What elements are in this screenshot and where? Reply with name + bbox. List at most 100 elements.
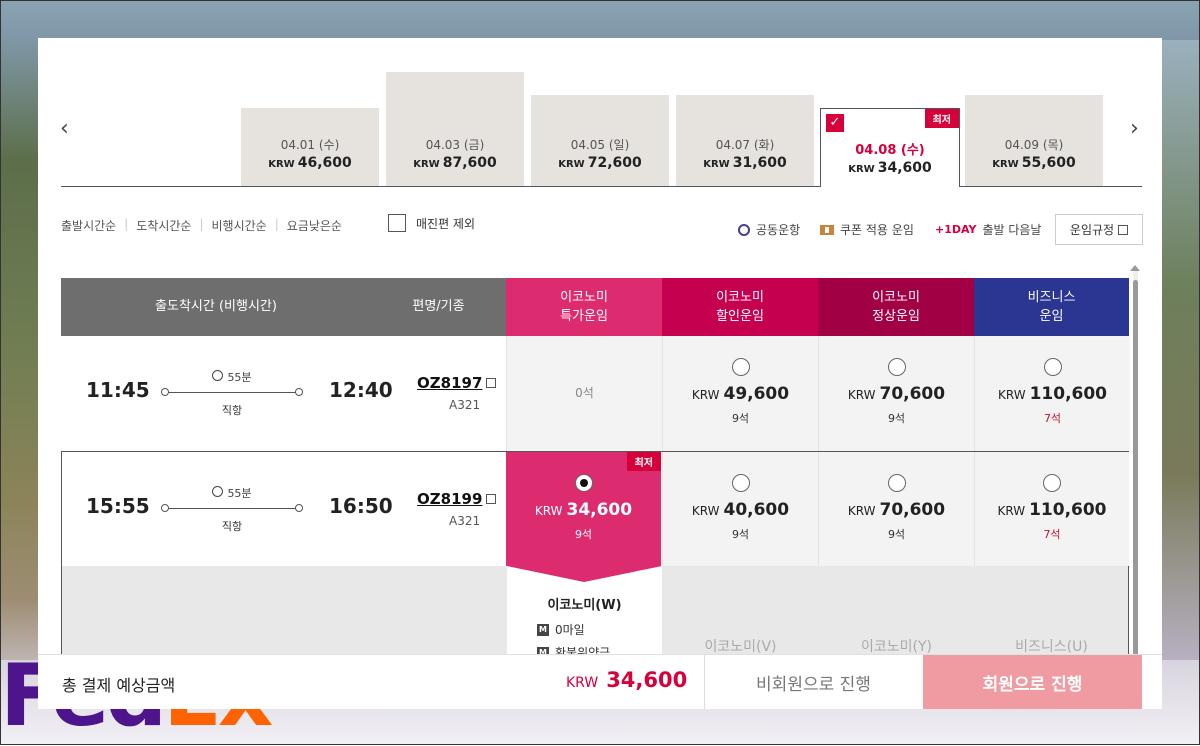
legend-codeshare: 공동운항 xyxy=(738,221,800,238)
date-divider xyxy=(61,186,1142,187)
fare-cell-eco-special-selected[interactable]: 최저 KRW 34,600 9석 xyxy=(506,452,661,567)
arrival-time: 12:40 xyxy=(329,378,393,402)
booking-footer: 총 결제 예상금액 KRW 34,600 비회원으로 진행 회원으로 진행 xyxy=(38,654,1162,709)
aircraft-type: A321 xyxy=(449,398,481,412)
fare-radio[interactable] xyxy=(1043,474,1061,492)
fare-price: KRW 70,600 xyxy=(847,384,946,404)
fare-price: KRW 40,600 xyxy=(691,500,790,520)
flight-row-oz8197: 11:45 55분 직항 12:40 OZ8197 A321 0석 KRW 49,… xyxy=(61,336,1130,452)
seats-left: 9석 xyxy=(887,412,906,425)
sort-arrival[interactable]: 도착시간순 xyxy=(136,217,191,234)
seats-left: 9석 xyxy=(731,528,750,541)
sort-duration[interactable]: 비행시간순 xyxy=(212,217,267,234)
total-label: 총 결제 예상금액 xyxy=(62,676,176,695)
sort-departure[interactable]: 출발시간순 xyxy=(61,217,116,234)
fare-class-u: 비즈니스(U) xyxy=(1015,639,1088,655)
fare-class-v: 이코노미(V) xyxy=(704,639,777,655)
external-window-icon xyxy=(486,378,497,388)
scroll-up-arrow-icon[interactable] xyxy=(1130,265,1140,271)
flight-duration: 55분 xyxy=(163,369,301,385)
fare-cell-eco-discount[interactable]: KRW 49,600 9석 xyxy=(662,336,818,451)
flight-number-link[interactable]: OZ8199 xyxy=(417,490,497,508)
date-price: KRW 31,600 xyxy=(703,155,787,171)
fare-cell-business[interactable]: KRW 110,600 7석 xyxy=(974,452,1129,567)
seats-left: 7석 xyxy=(1043,528,1061,541)
date-price: KRW 46,600 xyxy=(268,155,352,171)
date-price: KRW 34,600 xyxy=(848,160,932,176)
flight-type: 직항 xyxy=(221,520,243,533)
seats-left: 7석 xyxy=(1043,412,1062,425)
date-tab-0409[interactable]: 04.09 (목) KRW 55,600 xyxy=(965,95,1103,186)
legend-plus-day: +1DAY 출발 다음날 xyxy=(935,223,1042,237)
departure-time: 11:45 xyxy=(86,378,150,402)
external-window-icon xyxy=(486,494,497,504)
fare-class-title: 이코노미(W) xyxy=(547,598,622,613)
date-label: 04.03 (금) xyxy=(425,138,485,152)
route-line xyxy=(163,392,301,393)
mileage-item: M 0마일 xyxy=(537,621,585,638)
date-price: KRW 55,600 xyxy=(992,155,1076,171)
flight-duration: 55분 xyxy=(163,485,301,501)
header-eco-normal: 이코노미 정상운임 xyxy=(818,278,974,336)
fare-radio[interactable] xyxy=(887,358,906,376)
header-eco-special: 이코노미 특가운임 xyxy=(506,278,662,336)
fare-radio[interactable] xyxy=(731,358,750,376)
fare-price: KRW 70,600 xyxy=(847,500,946,520)
flight-number-link[interactable]: OZ8197 xyxy=(417,374,497,392)
mileage-m-icon: M xyxy=(537,623,549,636)
fare-cell-eco-special-soldout: 0석 xyxy=(506,336,662,451)
fare-table-header: 출도착시간 (비행시간) 편명/기종 이코노미 특가운임 이코노미 할인운임 이코노… xyxy=(61,278,1129,336)
date-tab-0405[interactable]: 04.05 (일) KRW 72,600 xyxy=(531,95,669,186)
route-dot xyxy=(161,504,169,512)
fare-detail-pointer xyxy=(507,566,662,582)
fare-class-y: 이코노미(Y) xyxy=(861,639,932,655)
fare-radio[interactable] xyxy=(1043,358,1062,376)
next-dates-chevron-right-icon[interactable]: › xyxy=(1130,116,1139,141)
lowest-badge: 최저 xyxy=(626,452,661,471)
exclude-soldout: 매진편 제외 xyxy=(388,214,475,232)
date-label: 04.05 (일) xyxy=(570,138,630,152)
fare-rules-button[interactable]: 운임규정 xyxy=(1055,214,1143,245)
guest-proceed-button[interactable]: 비회원으로 진행 xyxy=(704,655,922,709)
date-tab-0408-selected[interactable]: ✓ 최저 04.08 (수) KRW 34,600 xyxy=(820,108,960,187)
header-business: 비즈니스 운임 xyxy=(974,278,1129,336)
flight-row-oz8199: 15:55 55분 직항 16:50 OZ8199 A321 최저 KRW 34,… xyxy=(61,451,1129,568)
legend-coupon: 쿠폰 적용 운임 xyxy=(820,221,914,238)
date-label: 04.07 (화) xyxy=(715,138,775,152)
exclude-soldout-checkbox[interactable] xyxy=(388,214,406,232)
header-flight: 편명/기종 xyxy=(371,278,506,336)
date-tab-0403[interactable]: 04.03 (금) KRW 87,600 xyxy=(386,72,524,186)
date-price: KRW 72,600 xyxy=(558,155,642,171)
fare-price: KRW 49,600 xyxy=(691,384,790,404)
table-scrollbar[interactable] xyxy=(1130,265,1140,708)
header-eco-discount: 이코노미 할인운임 xyxy=(662,278,818,336)
clock-icon xyxy=(212,486,224,497)
member-proceed-button[interactable]: 회원으로 진행 xyxy=(923,655,1142,709)
date-tab-0401[interactable]: 04.01 (수) KRW 46,600 xyxy=(241,108,379,186)
scrollbar-thumb[interactable] xyxy=(1133,280,1138,705)
seats-left: 9석 xyxy=(731,412,750,425)
codeshare-ring-icon xyxy=(738,223,750,236)
date-tab-0407[interactable]: 04.07 (화) KRW 31,600 xyxy=(676,95,814,186)
lowest-badge: 최저 xyxy=(924,109,959,128)
aircraft-type: A321 xyxy=(449,514,481,528)
fare-cell-eco-normal[interactable]: KRW 70,600 9석 xyxy=(818,336,974,451)
fare-cell-eco-discount[interactable]: KRW 40,600 9석 xyxy=(662,452,818,567)
fare-radio[interactable] xyxy=(887,474,906,492)
coupon-ticket-icon xyxy=(820,224,834,235)
prev-dates-chevron-left-icon[interactable]: ‹ xyxy=(60,116,69,141)
date-price: KRW 87,600 xyxy=(413,155,497,171)
route-dot xyxy=(295,388,303,396)
arrival-time: 16:50 xyxy=(329,494,393,518)
flight-type: 직항 xyxy=(221,404,243,417)
exclude-soldout-label: 매진편 제외 xyxy=(416,216,476,231)
fare-price: KRW 34,600 xyxy=(534,500,633,520)
fare-radio-selected[interactable] xyxy=(574,474,593,492)
background-photo-right xyxy=(1162,40,1200,660)
sort-fare[interactable]: 요금낮은순 xyxy=(287,217,342,234)
fare-cell-business[interactable]: KRW 110,600 7석 xyxy=(974,336,1130,451)
fare-radio[interactable] xyxy=(731,474,750,492)
fare-price: KRW 110,600 xyxy=(997,384,1108,404)
fare-cell-eco-normal[interactable]: KRW 70,600 9석 xyxy=(818,452,974,567)
seats-left: 9석 xyxy=(887,528,906,541)
